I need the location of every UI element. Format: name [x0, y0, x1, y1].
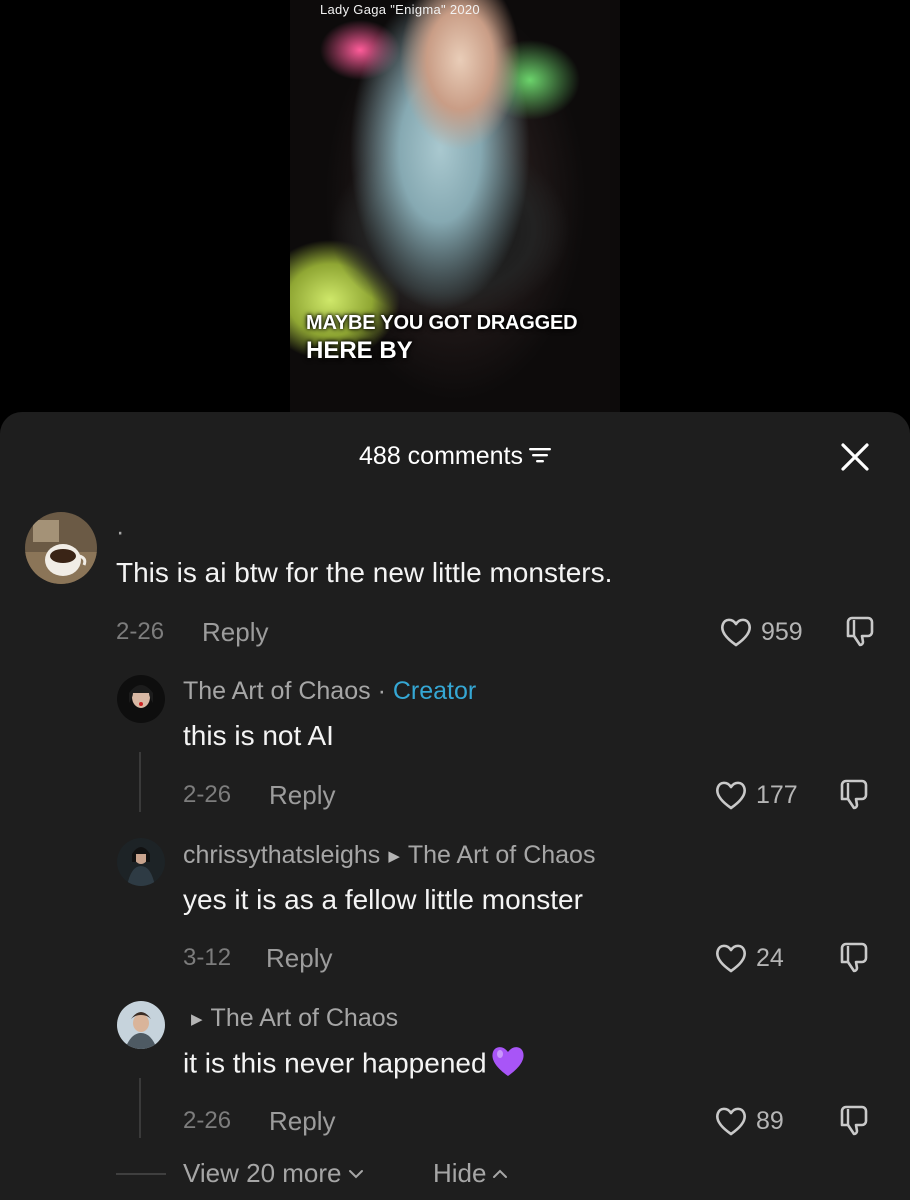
comment-count-sort[interactable]: 488 comments	[0, 442, 910, 471]
heart-outline-icon	[716, 1107, 746, 1136]
comment-date: 2-26	[116, 618, 165, 645]
like-count: 89	[756, 1106, 784, 1135]
like-count: 177	[756, 780, 798, 809]
heart-outline-icon	[716, 781, 746, 810]
like-button[interactable]: 24	[714, 940, 784, 976]
comment-username[interactable]: ·	[116, 518, 124, 547]
dislike-icon[interactable]	[836, 940, 872, 976]
comments-header: 488 comments	[0, 412, 910, 492]
avatar[interactable]	[117, 675, 165, 723]
chevron-down-icon	[348, 1170, 363, 1179]
video-title-overlay: Lady Gaga "Enigma" 2020	[320, 2, 480, 17]
separator-dot: ·	[377, 677, 386, 705]
reply-to-username[interactable]: The Art of Chaos	[408, 841, 596, 869]
video-player[interactable]: Lady Gaga "Enigma" 2020 MAYBE YOU GOT DR…	[0, 0, 910, 430]
like-button[interactable]: 89	[714, 1103, 784, 1139]
heart-outline-icon	[716, 944, 746, 973]
comment-username[interactable]: The Art of Chaos · Creator	[183, 677, 476, 706]
dislike-icon[interactable]	[842, 614, 878, 650]
caption-line-2: HERE BY	[306, 337, 413, 364]
comment-text-body: it is this never happened	[183, 1047, 487, 1079]
thread-line	[139, 752, 141, 812]
creator-avatar-icon	[117, 675, 165, 723]
comment-username[interactable]: chrissythatsleighs ▶ The Art of Chaos	[183, 841, 595, 870]
dislike-icon[interactable]	[836, 1103, 872, 1139]
user-avatar-icon	[117, 838, 165, 886]
comment-date: 2-26	[183, 1107, 232, 1134]
username-text[interactable]: chrissythatsleighs	[183, 841, 380, 869]
reply-button[interactable]: Reply	[269, 780, 335, 811]
close-icon[interactable]	[838, 440, 872, 474]
comment-text: this is not AI	[183, 720, 334, 751]
reply-button[interactable]: Reply	[266, 943, 332, 974]
avatar[interactable]	[117, 1001, 165, 1049]
coffee-cup-avatar-icon	[25, 512, 97, 584]
reply-arrow-icon: ▶	[191, 1011, 203, 1028]
comment-username[interactable]: ▶ The Art of Chaos	[183, 1004, 398, 1033]
like-button[interactable]: 959	[719, 614, 803, 650]
comment-text: it is this never happened	[183, 1047, 527, 1083]
comment-text: yes it is as a fellow little monster	[183, 884, 583, 915]
purple-heart-icon	[491, 1047, 524, 1076]
reply-to-username[interactable]: The Art of Chaos	[211, 1004, 399, 1032]
thread-line	[139, 1078, 141, 1138]
comment-text: This is ai btw for the new little monste…	[116, 557, 613, 588]
dislike-icon[interactable]	[836, 777, 872, 813]
username-text[interactable]: The Art of Chaos	[183, 677, 371, 705]
chevron-up-icon	[493, 1169, 508, 1178]
creator-badge: Creator	[392, 677, 477, 705]
comment-date: 3-12	[183, 944, 232, 971]
caption-line-1: MAYBE YOU GOT DRAGGED	[306, 312, 578, 334]
avatar[interactable]	[117, 838, 165, 886]
view-more-replies-button[interactable]: View 20 more	[183, 1158, 364, 1189]
reply-button[interactable]: Reply	[202, 617, 268, 648]
sort-lines-icon[interactable]	[528, 447, 551, 463]
video-caption: MAYBE YOU GOT DRAGGED HERE BY	[306, 312, 578, 365]
comment-date: 2-26	[183, 781, 232, 808]
user-avatar-icon	[117, 1001, 165, 1049]
view-more-divider	[116, 1173, 166, 1175]
reply-button[interactable]: Reply	[269, 1106, 335, 1137]
hide-label: Hide	[433, 1158, 487, 1188]
hide-replies-button[interactable]: Hide	[433, 1158, 508, 1189]
heart-outline-icon	[721, 618, 751, 647]
view-more-label: View 20 more	[183, 1158, 342, 1188]
like-count: 959	[761, 617, 803, 646]
avatar[interactable]	[25, 512, 97, 584]
comment-count: 488 comments	[359, 442, 523, 470]
reply-arrow-icon: ▶	[388, 848, 400, 865]
like-count: 24	[756, 943, 784, 972]
like-button[interactable]: 177	[714, 777, 798, 813]
